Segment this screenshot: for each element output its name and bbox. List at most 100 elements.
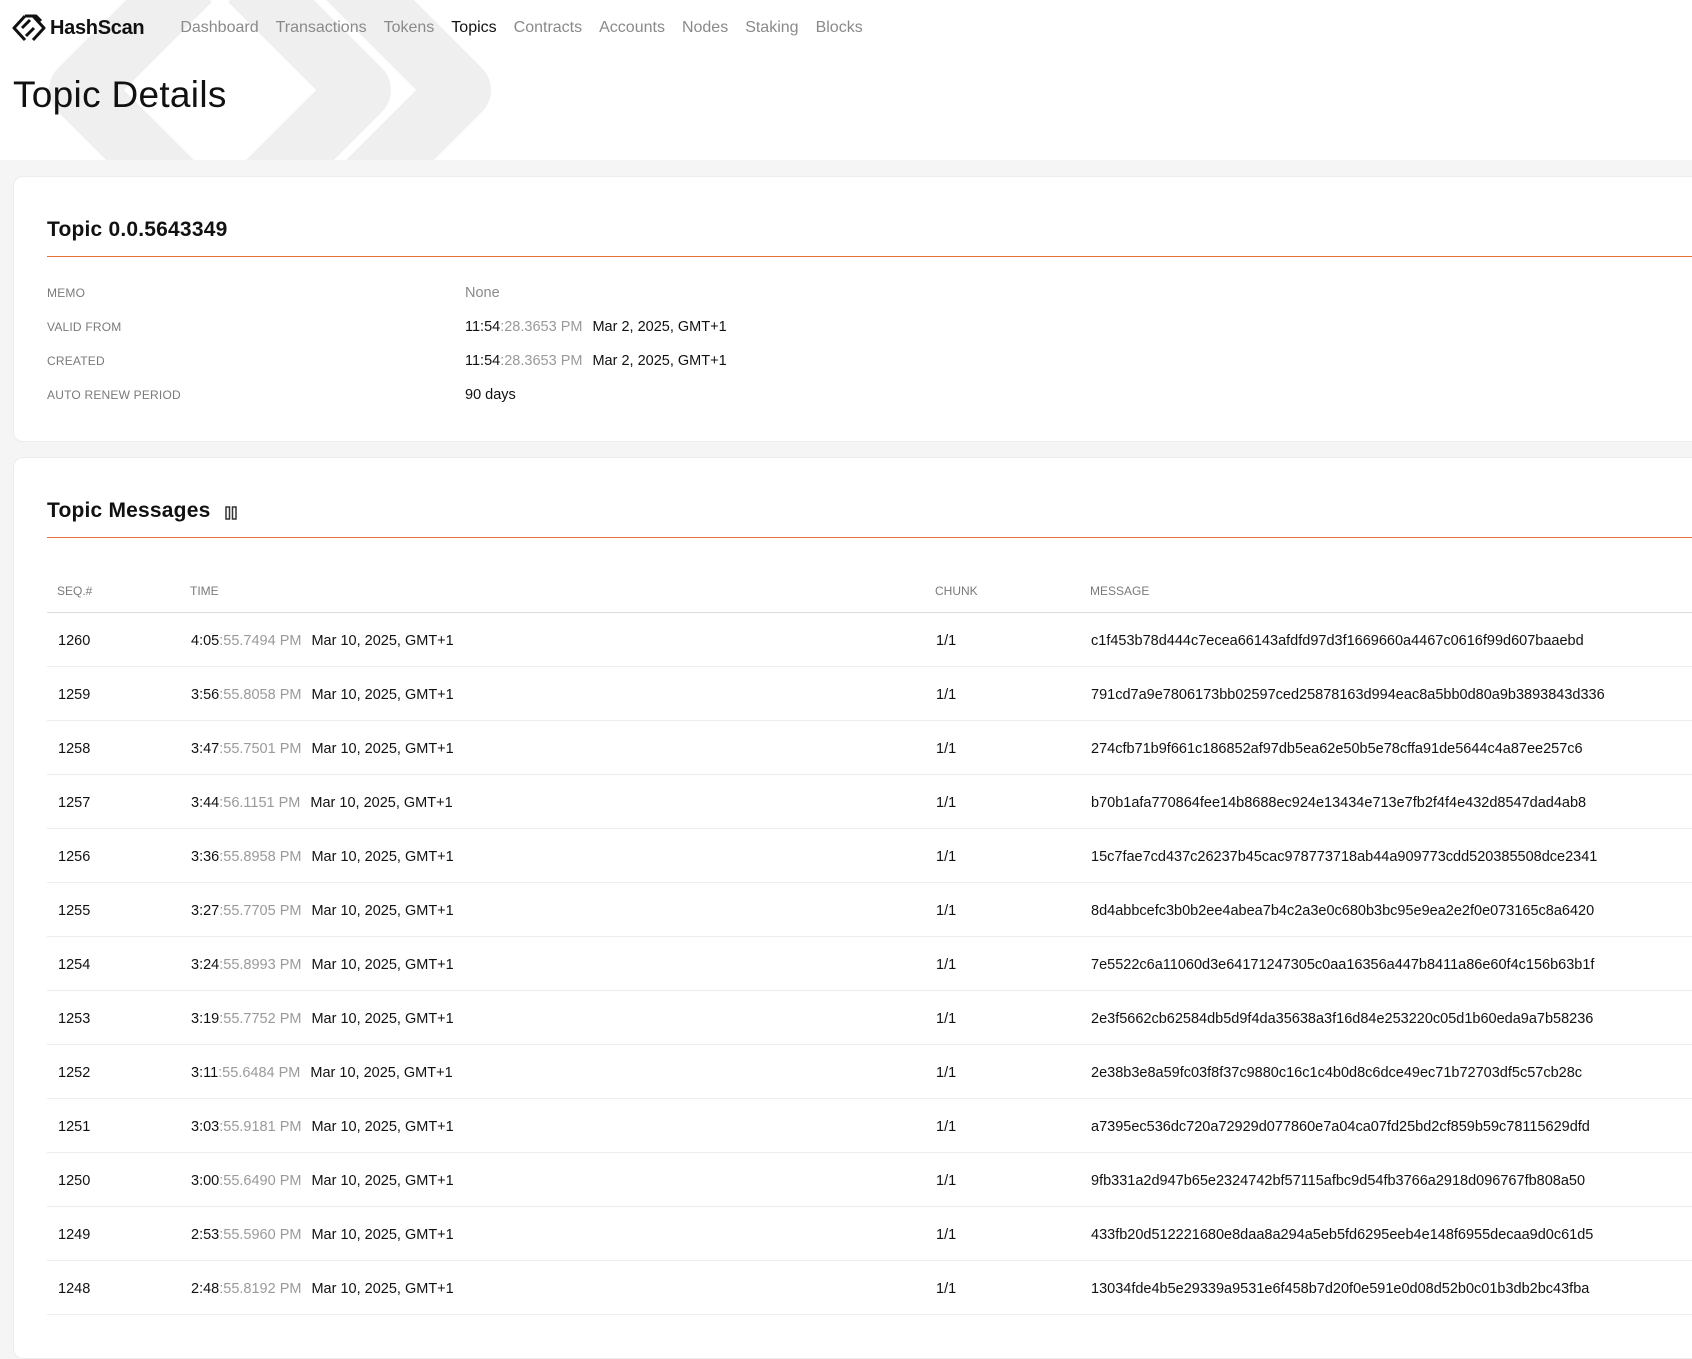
time-date: Mar 10, 2025, GMT+1 (311, 741, 454, 757)
table-row[interactable]: 1257 3:44:56.1151 PM Mar 10, 2025, GMT+1 … (47, 775, 1692, 829)
time-hm: 3:44 (191, 795, 220, 811)
memo-value: None (465, 285, 500, 301)
seq-cell: 1259 (58, 687, 91, 703)
column-header-message[interactable]: MESSAGE (1090, 584, 1149, 598)
valid-from-value: 11:54:28.3653 PM Mar 2, 2025, GMT+1 (465, 319, 727, 335)
auto-renew-value: 90 days (465, 387, 516, 403)
time-cell: 3:03:55.9181 PM Mar 10, 2025, GMT+1 (191, 1119, 454, 1135)
seq-cell: 1257 (58, 795, 91, 811)
nav-nodes[interactable]: Nodes (682, 19, 728, 37)
column-header-seq[interactable]: SEQ.# (57, 584, 92, 598)
seq-cell: 1251 (58, 1119, 91, 1135)
table-body: 1260 4:05:55.7494 PM Mar 10, 2025, GMT+1 … (47, 613, 1692, 1315)
time-seconds: :55.7501 PM (219, 741, 302, 757)
time-seconds: :55.7494 PM (219, 633, 302, 649)
message-cell: 15c7fae7cd437c26237b45cac978773718ab44a9… (1091, 849, 1598, 865)
chunk-cell: 1/1 (936, 903, 957, 919)
chunk-cell: 1/1 (936, 957, 957, 973)
time-date: Mar 10, 2025, GMT+1 (311, 687, 454, 703)
nav-accounts[interactable]: Accounts (599, 19, 665, 37)
table-row[interactable]: 1258 3:47:55.7501 PM Mar 10, 2025, GMT+1 … (47, 721, 1692, 775)
prop-memo: MEMO None (47, 279, 947, 313)
nav-dashboard[interactable]: Dashboard (180, 19, 258, 37)
time-cell: 3:47:55.7501 PM Mar 10, 2025, GMT+1 (191, 741, 454, 757)
nav-transactions[interactable]: Transactions (276, 19, 367, 37)
seq-cell: 1253 (58, 1011, 91, 1027)
time-seconds: :55.6484 PM (218, 1065, 301, 1081)
time-cell: 3:27:55.7705 PM Mar 10, 2025, GMT+1 (191, 903, 454, 919)
time-hm: 11:54 (465, 353, 501, 369)
column-header-time[interactable]: TIME (190, 584, 219, 598)
time-date: Mar 10, 2025, GMT+1 (311, 1281, 454, 1297)
time-seconds: :55.8958 PM (219, 849, 302, 865)
nav-blocks[interactable]: Blocks (816, 19, 863, 37)
time-hm: 3:19 (191, 1011, 220, 1027)
brand[interactable]: HashScan (12, 11, 145, 45)
time-hm: 11:54 (465, 319, 501, 335)
time-hm: 3:03 (191, 1119, 220, 1135)
table-row[interactable]: 1259 3:56:55.8058 PM Mar 10, 2025, GMT+1 … (47, 667, 1692, 721)
seq-cell: 1252 (58, 1065, 91, 1081)
table-header: SEQ.# TIME CHUNK MESSAGE (47, 566, 1692, 613)
prop-label: VALID FROM (47, 320, 122, 334)
time-cell: 3:56:55.8058 PM Mar 10, 2025, GMT+1 (191, 687, 454, 703)
seq-cell: 1256 (58, 849, 91, 865)
table-row[interactable]: 1253 3:19:55.7752 PM Mar 10, 2025, GMT+1 … (47, 991, 1692, 1045)
time-cell: 2:53:55.5960 PM Mar 10, 2025, GMT+1 (191, 1227, 454, 1243)
time-cell: 2:48:55.8192 PM Mar 10, 2025, GMT+1 (191, 1281, 454, 1297)
time-hm: 4:05 (191, 633, 220, 649)
time-seconds: :28.3653 PM (500, 353, 583, 369)
chunk-cell: 1/1 (936, 849, 957, 865)
seq-cell: 1248 (58, 1281, 91, 1297)
message-cell: 8d4abbcefc3b0b2ee4abea7b4c2a3e0c680b3bc9… (1091, 903, 1595, 919)
seq-cell: 1254 (58, 957, 91, 973)
topic-details-card: Topic 0.0.5643349 MEMO None VALID FROM 1… (13, 176, 1692, 442)
time-seconds: :55.5960 PM (219, 1227, 302, 1243)
nav-staking[interactable]: Staking (745, 19, 798, 37)
table-row[interactable]: 1250 3:00:55.6490 PM Mar 10, 2025, GMT+1 … (47, 1153, 1692, 1207)
time-seconds: :28.3653 PM (500, 319, 583, 335)
time-date: Mar 10, 2025, GMT+1 (310, 1065, 453, 1081)
table-row[interactable]: 1254 3:24:55.8993 PM Mar 10, 2025, GMT+1 … (47, 937, 1692, 991)
topic-title: Topic 0.0.5643349 (47, 218, 228, 241)
time-hm: 3:36 (191, 849, 220, 865)
time-date: Mar 10, 2025, GMT+1 (310, 795, 453, 811)
table-row[interactable]: 1249 2:53:55.5960 PM Mar 10, 2025, GMT+1 … (47, 1207, 1692, 1261)
table-row[interactable]: 1252 3:11:55.6484 PM Mar 10, 2025, GMT+1 … (47, 1045, 1692, 1099)
topic-details-header: Topic 0.0.5643349 (47, 177, 1692, 257)
nav-topics[interactable]: Topics (451, 19, 496, 37)
nav-tokens[interactable]: Tokens (384, 19, 435, 37)
message-cell: 274cfb71b9f661c186852af97db5ea62e50b5e78… (1091, 741, 1583, 757)
topic-messages-card: Topic Messages SEQ.# TIME CHUNK MESSAGE … (13, 457, 1692, 1359)
message-cell: 433fb20d512221680e8daa8a294a5eb5fd6295ee… (1091, 1227, 1594, 1243)
table-row[interactable]: 1260 4:05:55.7494 PM Mar 10, 2025, GMT+1 … (47, 613, 1692, 667)
hashscan-logo-icon (12, 14, 46, 42)
table-row[interactable]: 1256 3:36:55.8958 PM Mar 10, 2025, GMT+1 … (47, 829, 1692, 883)
time-hm: 3:27 (191, 903, 220, 919)
time-seconds: :55.8993 PM (219, 957, 302, 973)
main-nav: Dashboard Transactions Tokens Topics Con… (180, 19, 879, 37)
pause-icon[interactable] (225, 506, 238, 520)
page-title: Topic Details (13, 74, 227, 115)
time-date: Mar 10, 2025, GMT+1 (311, 957, 454, 973)
column-header-chunk[interactable]: CHUNK (935, 584, 978, 598)
brand-name: HashScan (50, 16, 145, 39)
message-cell: 2e38b3e8a59fc03f8f37c9880c16c1c4b0d8c6dc… (1091, 1065, 1583, 1081)
time-date: Mar 2, 2025, GMT+1 (592, 353, 727, 369)
page-header: HashScan Dashboard Transactions Tokens T… (0, 0, 1692, 160)
message-cell: 791cd7a9e7806173bb02597ced25878163d994ea… (1091, 687, 1605, 703)
prop-valid-from: VALID FROM 11:54:28.3653 PM Mar 2, 2025, … (47, 313, 947, 347)
chunk-cell: 1/1 (936, 741, 957, 757)
top-navbar: HashScan Dashboard Transactions Tokens T… (12, 8, 880, 48)
nav-contracts[interactable]: Contracts (514, 19, 582, 37)
table-row[interactable]: 1248 2:48:55.8192 PM Mar 10, 2025, GMT+1 … (47, 1261, 1692, 1315)
seq-cell: 1249 (58, 1227, 91, 1243)
chunk-cell: 1/1 (936, 1173, 957, 1189)
table-row[interactable]: 1251 3:03:55.9181 PM Mar 10, 2025, GMT+1 … (47, 1099, 1692, 1153)
chunk-cell: 1/1 (936, 1281, 957, 1297)
prop-auto-renew: AUTO RENEW PERIOD 90 days (47, 381, 947, 415)
chunk-cell: 1/1 (936, 1119, 957, 1135)
table-row[interactable]: 1255 3:27:55.7705 PM Mar 10, 2025, GMT+1 … (47, 883, 1692, 937)
messages-table: SEQ.# TIME CHUNK MESSAGE 1260 4:05:55.74… (47, 566, 1692, 1315)
message-cell: b70b1afa770864fee14b8688ec924e13434e713e… (1091, 795, 1587, 811)
